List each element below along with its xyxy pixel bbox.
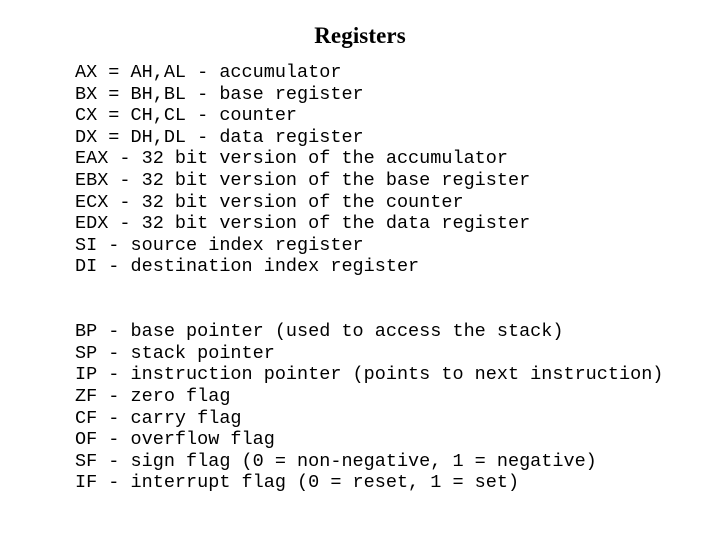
register-line: OF - overflow flag: [75, 429, 275, 451]
register-group-pointers-and-flags: BP - base pointer (used to access the st…: [75, 321, 705, 494]
register-line: EAX - 32 bit version of the accumulator: [75, 148, 508, 170]
register-line: BP - base pointer (used to access the st…: [75, 321, 564, 343]
register-line: BX = BH,BL - base register: [75, 83, 364, 105]
register-line: IF - interrupt flag (0 = reset, 1 = set): [75, 472, 520, 494]
register-list: AX = AH,AL - accumulator BX = BH,BL - bas…: [75, 62, 705, 494]
register-line: SF - sign flag (0 = non-negative, 1 = ne…: [75, 450, 597, 472]
register-line: CF - carry flag: [75, 407, 242, 429]
register-line: IP - instruction pointer (points to next…: [75, 364, 664, 386]
register-line: DX = DH,DL - data register: [75, 126, 364, 148]
register-group-general-and-index-registers: AX = AH,AL - accumulator BX = BH,BL - bas…: [75, 62, 705, 278]
register-line: DI - destination index register: [75, 256, 420, 278]
register-line: CX = CH,CL - counter: [75, 105, 298, 127]
register-line: SI - source index register: [75, 234, 364, 256]
page-title: Registers: [314, 23, 406, 48]
register-line: ZF - zero flag: [75, 385, 231, 407]
register-line: EDX - 32 bit version of the data registe…: [75, 213, 531, 235]
group-spacer: [75, 278, 705, 321]
register-line: AX = AH,AL - accumulator: [75, 62, 342, 83]
register-line: EBX - 32 bit version of the base registe…: [75, 169, 531, 191]
slide-canvas: Registers AX = AH,AL - accumulator BX = B…: [0, 0, 720, 540]
register-line: ECX - 32 bit version of the counter: [75, 191, 464, 213]
register-line: SP - stack pointer: [75, 342, 275, 364]
